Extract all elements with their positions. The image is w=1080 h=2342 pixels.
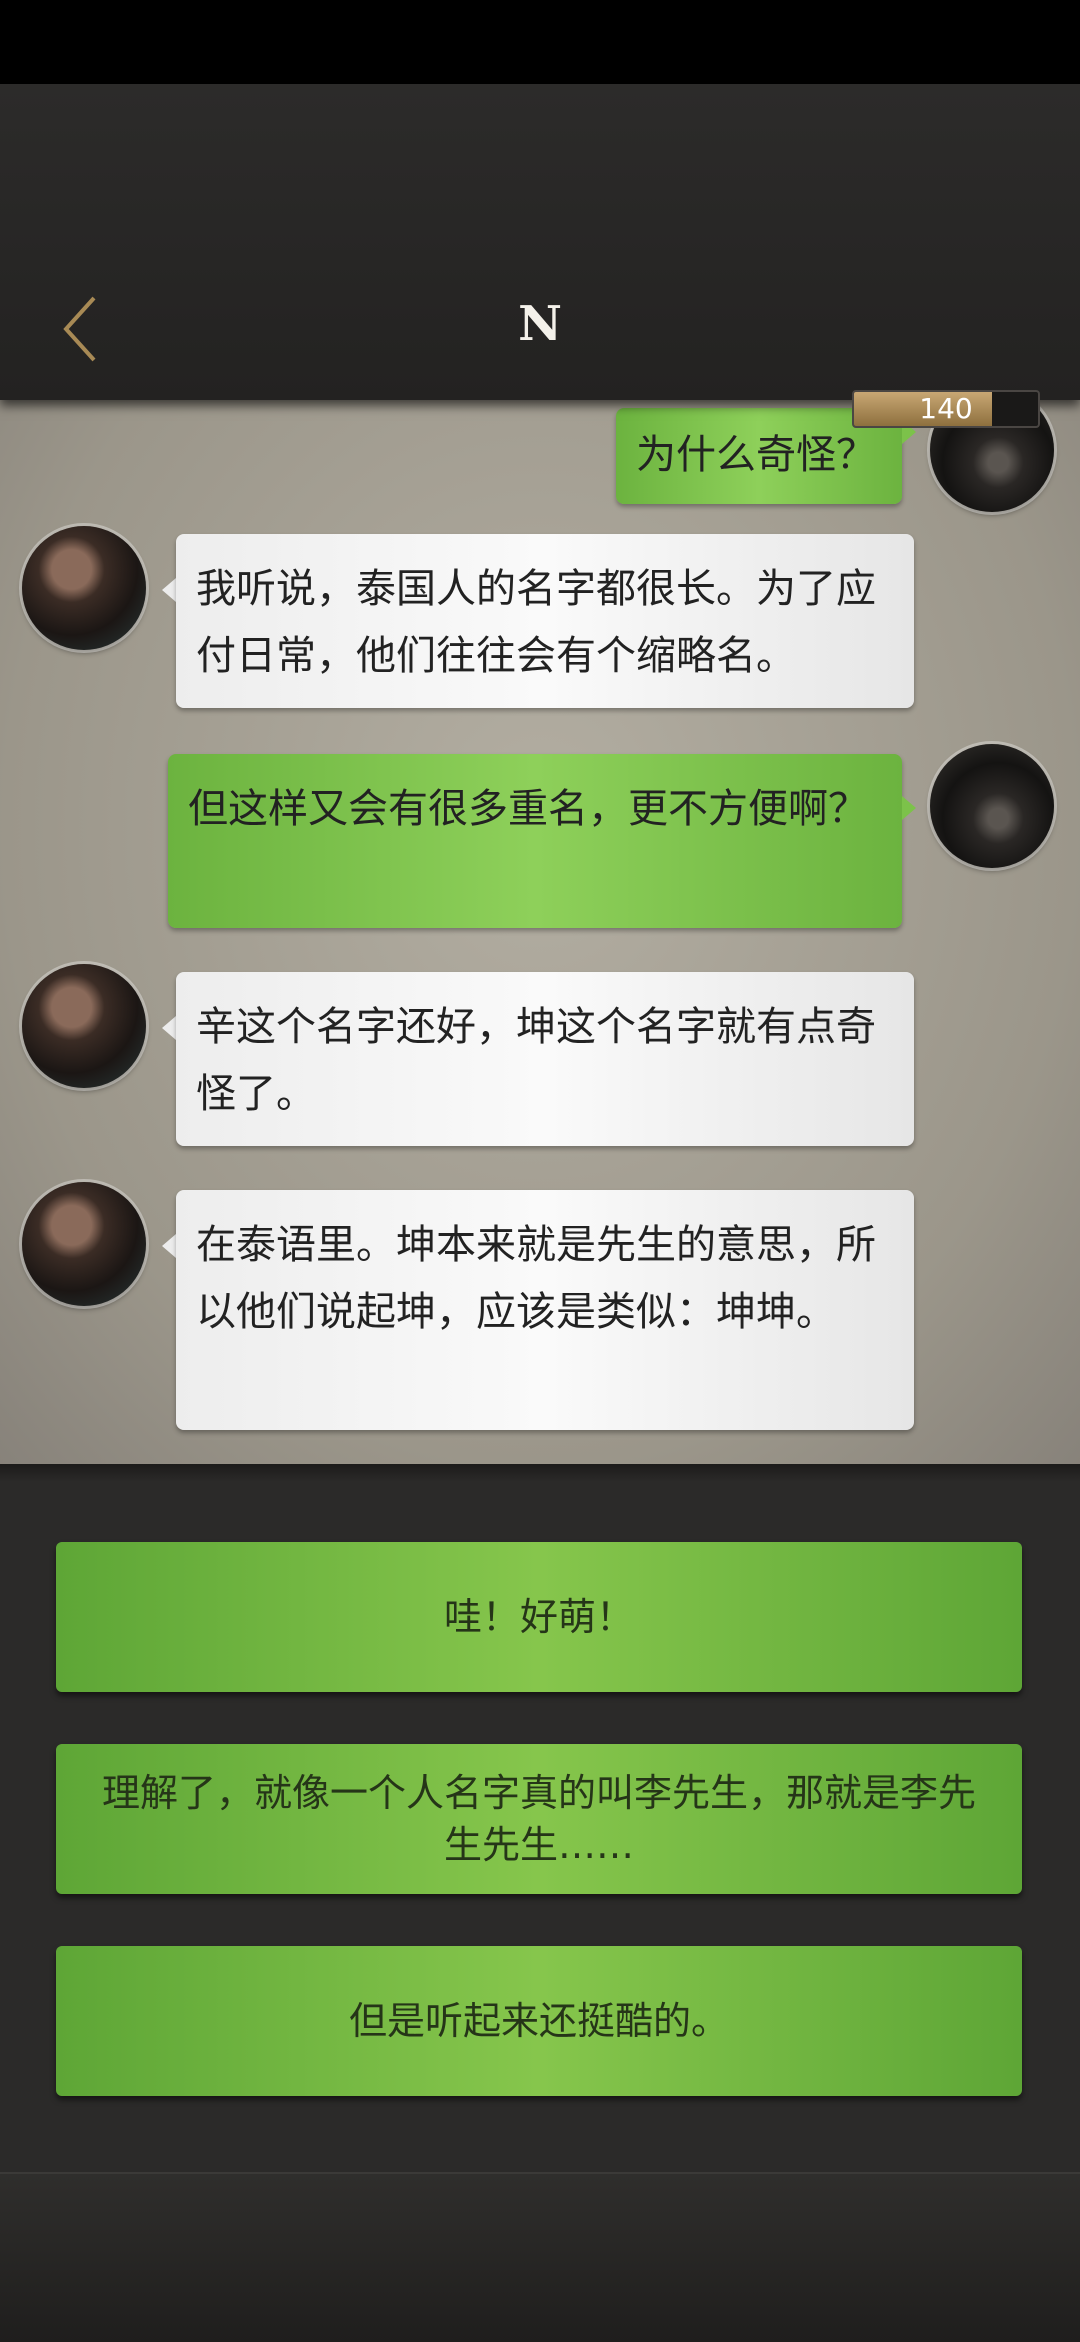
choice-label: 哇！好萌！: [443, 1595, 634, 1639]
bottom-bar: [0, 2172, 1080, 2342]
divider: [0, 1464, 1080, 1482]
bubble-tail: [162, 578, 176, 602]
message-text: 但这样又会有很多重名，更不方便啊？: [188, 786, 868, 832]
npc-avatar[interactable]: [22, 1182, 146, 1306]
choice-button-2[interactable]: 理解了，就像一个人名字真的叫李先生，那就是李先生先生……: [56, 1744, 1022, 1894]
message-bubble: 在泰语里。坤本来就是先生的意思，所以他们说起坤，应该是类似：坤坤。: [176, 1190, 914, 1430]
choice-label: 理解了，就像一个人名字真的叫李先生，那就是李先生先生……: [101, 1771, 976, 1867]
npc-avatar[interactable]: [22, 964, 146, 1088]
energy-value: 140: [919, 392, 973, 425]
npc-avatar[interactable]: [22, 526, 146, 650]
choice-button-1[interactable]: 哇！好萌！: [56, 1542, 1022, 1692]
energy-meter: 140: [852, 390, 1040, 428]
message-text: 辛这个名字还好，坤这个名字就有点奇怪了。: [196, 1004, 876, 1117]
choice-button-3[interactable]: 但是听起来还挺酷的。: [56, 1946, 1022, 2096]
message-text: 我听说，泰国人的名字都很长。为了应付日常，他们往往会有个缩略名。: [196, 566, 876, 679]
choice-label: 但是听起来还挺酷的。: [348, 1999, 729, 2043]
message-text: 为什么奇怪？: [636, 432, 876, 478]
self-avatar[interactable]: [930, 744, 1054, 868]
bubble-tail: [162, 1234, 176, 1258]
bubble-tail: [162, 1016, 176, 1040]
header: N 140: [0, 84, 1080, 428]
bubble-tail: [902, 796, 916, 820]
message-bubble: 我听说，泰国人的名字都很长。为了应付日常，他们往往会有个缩略名。: [176, 534, 914, 708]
chat-title: N: [518, 296, 562, 352]
message-bubble: 但这样又会有很多重名，更不方便啊？: [168, 754, 902, 928]
message-text: 在泰语里。坤本来就是先生的意思，所以他们说起坤，应该是类似：坤坤。: [196, 1222, 876, 1335]
message-bubble: 辛这个名字还好，坤这个名字就有点奇怪了。: [176, 972, 914, 1146]
status-bar: [0, 0, 1080, 84]
chat-area[interactable]: 为什么奇怪？ 我听说，泰国人的名字都很长。为了应付日常，他们往往会有个缩略名。 …: [0, 398, 1080, 1470]
